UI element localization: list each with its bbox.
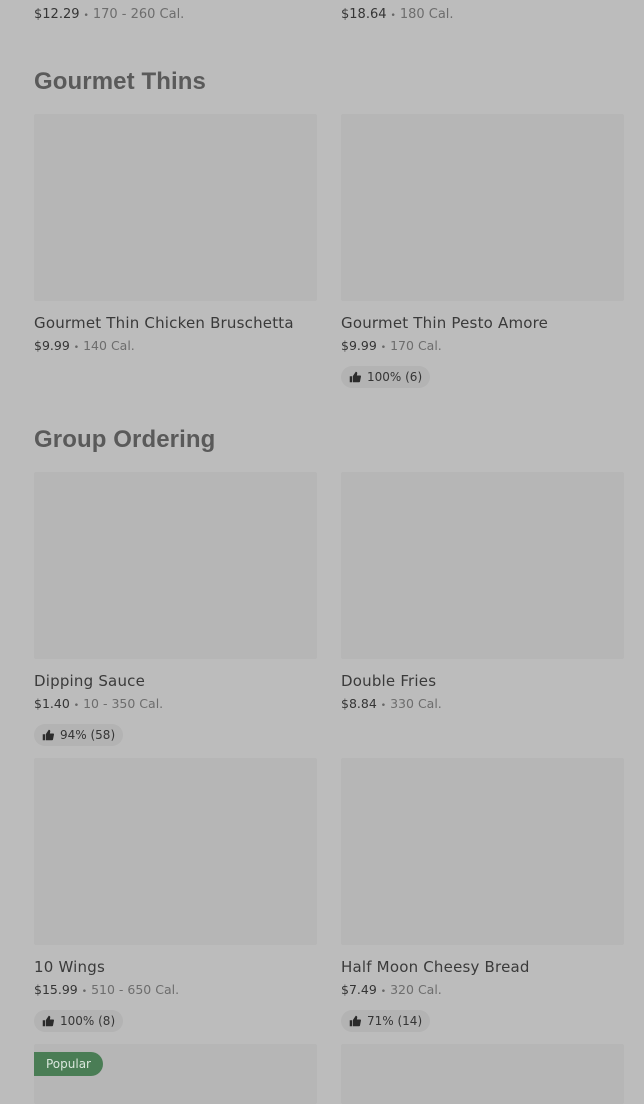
separator-dot: • [83,11,89,21]
menu-item-card[interactable]: 10 Wings $15.99 • 510 - 650 Cal. 100% (8) [34,758,317,1032]
section-title: Gourmet Thins [34,68,206,95]
separator-dot: • [81,987,88,997]
section-gourmet-thins: Gourmet Thins Gourmet Thin Chicken Brusc… [34,66,624,388]
item-calories: 510 - 650 Cal. [91,982,180,997]
item-calories: 170 - 260 Cal. [92,7,185,22]
item-grid: Gourmet Thin Chicken Bruschetta $9.99 • 14… [34,114,624,388]
rating-pill: 94% (58) [34,724,124,746]
menu-item-card[interactable]: Gourmet Thin Pesto Amore $9.99 • 170 Cal. … [341,114,624,388]
thumbs-up-icon [42,729,54,741]
item-name: Gourmet Thin Pesto Amore [341,314,549,332]
item-price: $12.29 [34,7,80,22]
item-image [341,758,624,945]
popular-badge: Popular [34,1052,103,1076]
rating-pill: 71% (14) [341,1010,431,1032]
item-image [34,472,317,659]
item-name: 10 Wings [34,958,105,976]
separator-dot: • [380,987,387,997]
item-image [341,114,624,301]
item-calories: 10 - 350 Cal. [83,696,164,711]
separator-dot: • [390,11,396,21]
separator-dot: • [73,343,80,353]
item-price: $9.99 [341,338,377,353]
rating-text: 100% (6) [367,370,423,384]
item-image [34,758,317,945]
item-name: Dipping Sauce [34,672,146,690]
menu-item-card[interactable]: Popular [34,1044,317,1104]
item-meta: $12.29 • 170 - 260 Cal. [34,8,184,23]
rating-text: 100% (8) [60,1014,116,1028]
item-meta: $9.99 • 140 Cal. [34,339,317,355]
item-image [341,472,624,659]
rating-pill: 100% (6) [341,366,431,388]
item-calories: 180 Cal. [399,7,454,22]
menu-item-card[interactable] [341,1044,624,1104]
thumbs-up-icon [349,371,361,383]
item-name: Gourmet Thin Chicken Bruschetta [34,314,294,332]
item-calories: 170 Cal. [390,338,442,353]
item-price: $15.99 [34,982,78,997]
separator-dot: • [380,701,387,711]
item-meta: $8.84 • 330 Cal. [341,697,624,713]
rating-text: 94% (58) [60,728,116,742]
menu-item-card[interactable]: Double Fries $8.84 • 330 Cal. [341,472,624,713]
item-meta: $1.40 • 10 - 350 Cal. [34,697,317,713]
rating-text: 71% (14) [367,1014,423,1028]
item-grid: Dipping Sauce $1.40 • 10 - 350 Cal. 94% (5… [34,472,624,1104]
item-calories: 320 Cal. [390,982,442,997]
item-calories: 140 Cal. [83,338,135,353]
item-price: $18.64 [341,7,387,22]
item-name: Half Moon Cheesy Bread [341,958,530,976]
section-group-ordering: Group Ordering Dipping Sauce $1.40 • 10 - … [34,424,624,1104]
menu-item-card[interactable]: Gourmet Thin Chicken Bruschetta $9.99 • 14… [34,114,317,355]
item-price: $7.49 [341,982,377,997]
item-name: Double Fries [341,672,437,690]
item-calories: 330 Cal. [390,696,442,711]
separator-dot: • [73,701,80,711]
menu-item-card[interactable]: Dipping Sauce $1.40 • 10 - 350 Cal. 94% (5… [34,472,317,746]
item-price: $9.99 [34,338,70,353]
item-meta: $18.64 • 180 Cal. [341,8,454,23]
item-meta: $7.49 • 320 Cal. [341,983,624,999]
previous-items-meta-row: $12.29 • 170 - 260 Cal. $18.64 • 180 Cal. [34,0,624,22]
section-title: Group Ordering [34,426,216,453]
item-price: $8.84 [341,696,377,711]
thumbs-up-icon [42,1015,54,1027]
item-price: $1.40 [34,696,70,711]
item-meta: $15.99 • 510 - 650 Cal. [34,983,317,999]
separator-dot: • [380,343,387,353]
item-image [34,114,317,301]
thumbs-up-icon [349,1015,361,1027]
item-image [341,1044,624,1104]
rating-pill: 100% (8) [34,1010,124,1032]
menu-item-card[interactable]: Half Moon Cheesy Bread $7.49 • 320 Cal. 71… [341,758,624,1032]
item-meta: $9.99 • 170 Cal. [341,339,624,355]
